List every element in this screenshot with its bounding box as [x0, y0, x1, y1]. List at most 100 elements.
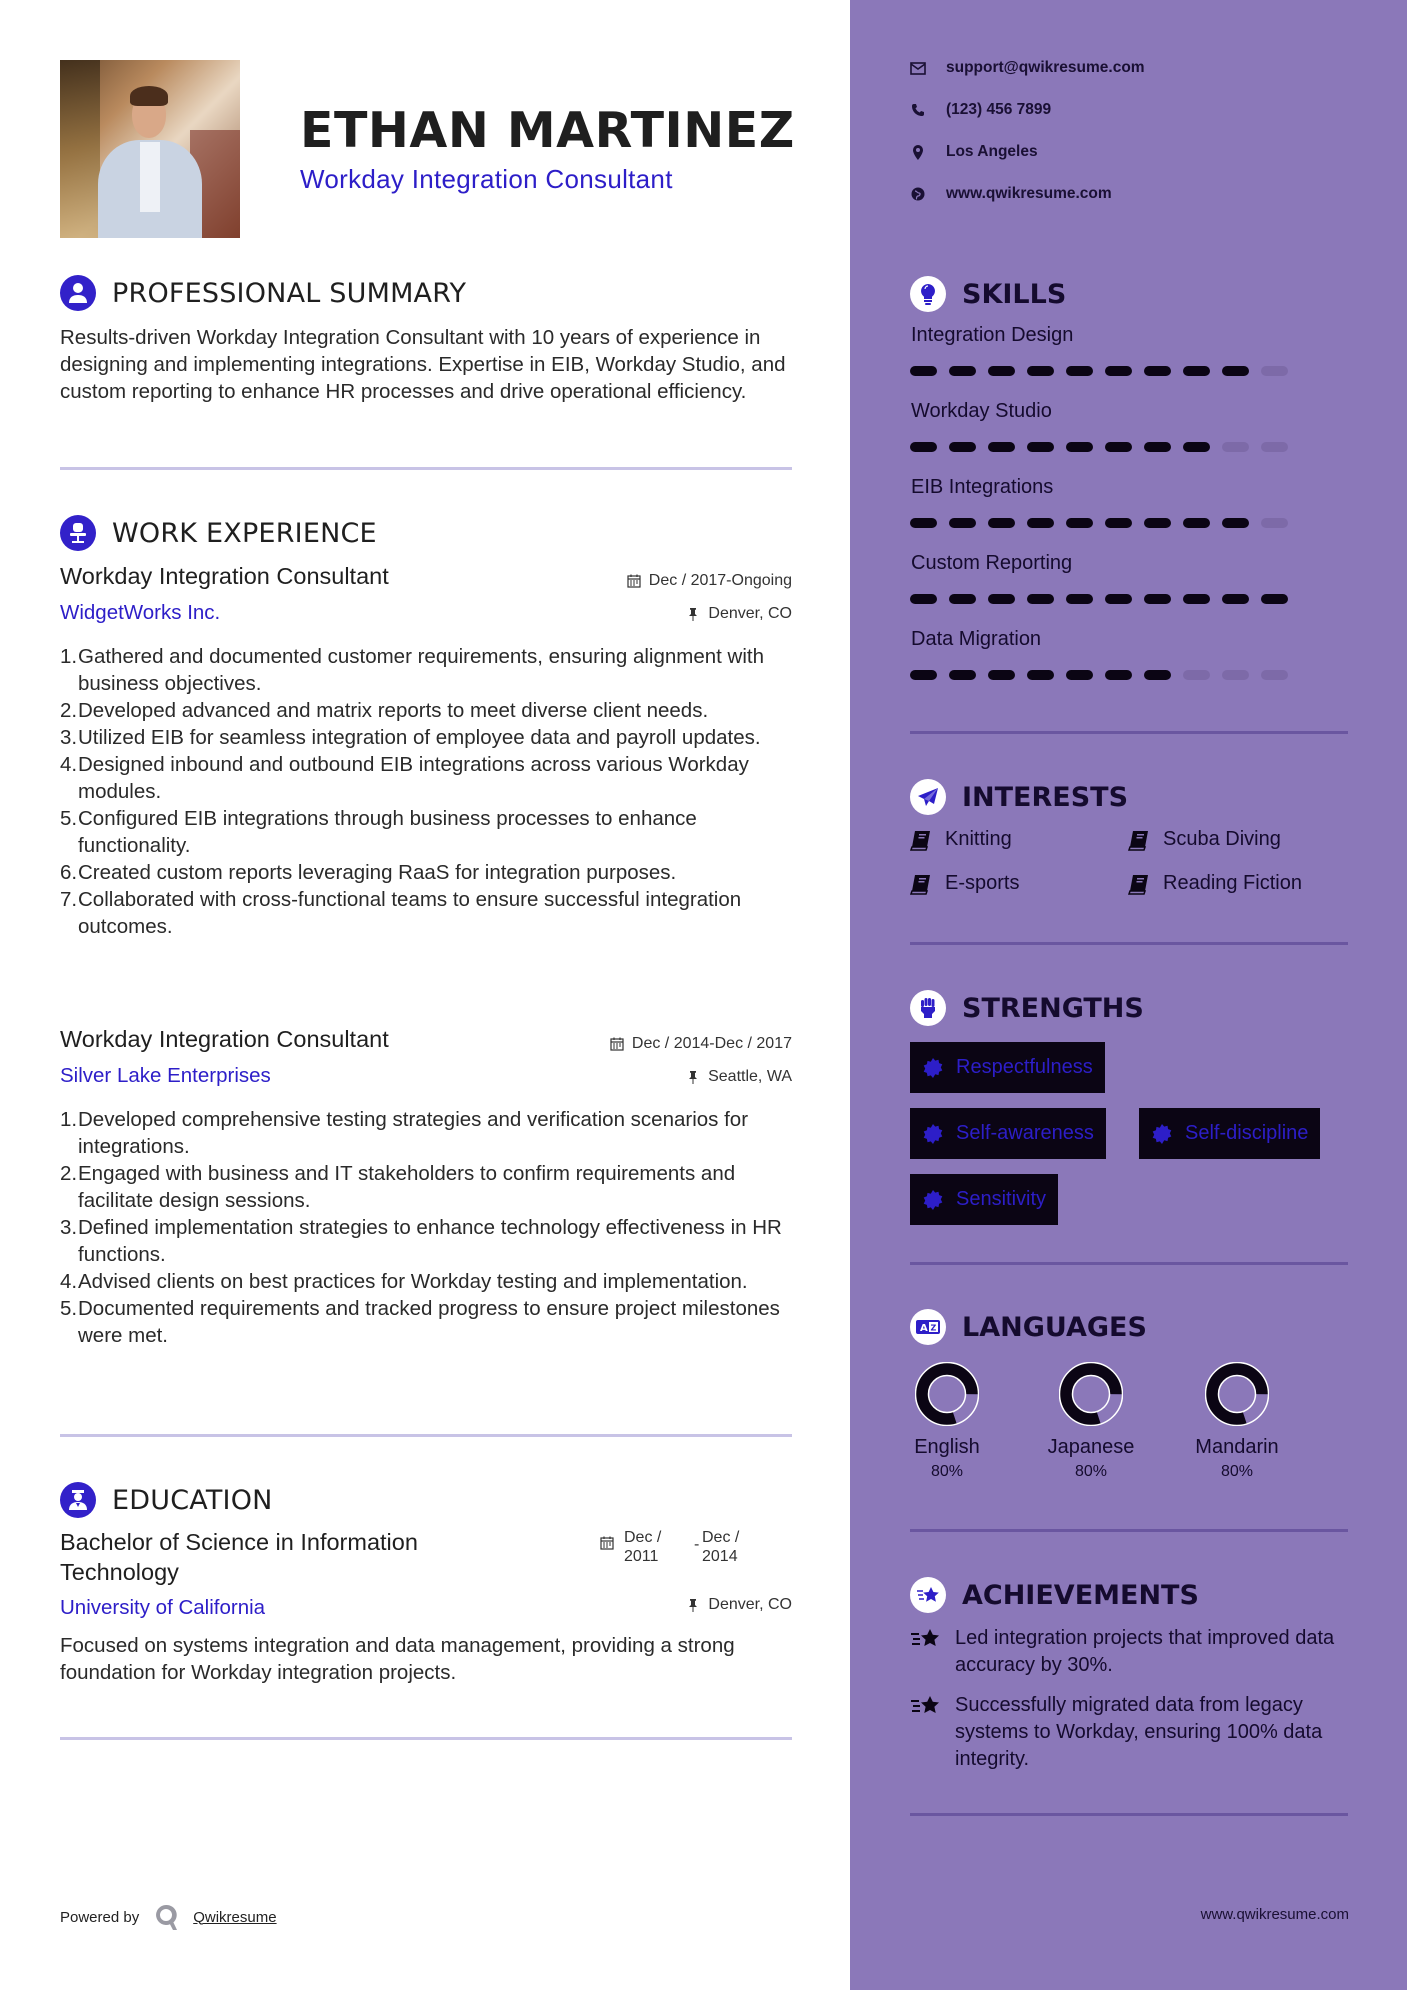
calendar-icon — [610, 1037, 624, 1051]
skill-label: Custom Reporting — [911, 552, 1073, 574]
skill-segment-filled — [1027, 366, 1054, 376]
footer-website[interactable]: www.qwikresume.com — [1201, 1906, 1349, 1923]
skill-segment-empty — [1261, 366, 1288, 376]
website-text[interactable]: www.qwikresume.com — [946, 185, 1112, 203]
list-item: 7. Collaborated with cross-functional tea… — [60, 888, 742, 938]
skills-title: SKILLS — [962, 278, 1067, 310]
qwikresume-link[interactable]: Qwikresume — [193, 1909, 276, 1926]
skill-rating-bar — [910, 366, 1288, 376]
list-item: 2. Developed advanced and matrix reports … — [60, 699, 709, 722]
skill-segment-filled — [1066, 594, 1093, 604]
shooting-star-icon — [910, 1692, 944, 1719]
job-dates-text: Dec / 2014-Dec / 2017 — [631, 1035, 792, 1052]
language-donut — [1059, 1362, 1123, 1426]
divider — [60, 1737, 792, 1740]
skill-segment-filled — [910, 670, 937, 680]
education-end: Dec / 2014 — [702, 1529, 740, 1565]
skill-segment-filled — [1105, 518, 1132, 528]
fist-icon — [910, 990, 946, 1026]
contact-phone: (123) 456 7899 — [910, 101, 1051, 119]
book-icon — [1128, 874, 1148, 895]
summary-heading: PROFESSIONAL SUMMARY — [60, 275, 466, 311]
education-dates: Dec / 2011 - Dec / 2014 — [600, 1528, 758, 1566]
list-item: 4. Designed inbound and outbound EIB inte… — [60, 753, 749, 803]
language-item: Japanese 80% — [1031, 1362, 1151, 1481]
language-percent: 80% — [1074, 1463, 1108, 1480]
job-title: Workday Integration Consultant — [60, 1026, 389, 1052]
list-item: 3. Defined implementation strategies to e… — [60, 1216, 782, 1266]
skill-segment-filled — [949, 442, 976, 452]
skill-segment-filled — [1222, 594, 1249, 604]
education-title: EDUCATION — [112, 1484, 273, 1516]
skill-segment-empty — [1261, 518, 1288, 528]
skill-segment-filled — [949, 366, 976, 376]
language-donut — [915, 1362, 979, 1426]
education-description: Focused on systems integration and data … — [60, 1634, 735, 1684]
skill-segment-filled — [1027, 518, 1054, 528]
divider — [60, 467, 792, 470]
education-start: Dec / 2011 — [624, 1529, 662, 1565]
badge-icon — [923, 1123, 943, 1144]
skill-segment-filled — [910, 518, 937, 528]
achievement-item: Led integration projects that improved d… — [910, 1625, 1350, 1679]
book-icon — [1128, 830, 1148, 851]
badge-icon — [923, 1189, 943, 1210]
skill-segment-filled — [949, 594, 976, 604]
divider — [910, 1529, 1348, 1532]
job-bullets: 1. Gathered and documented customer requi… — [60, 643, 795, 940]
badge-icon — [1152, 1123, 1172, 1144]
job-title: Workday Integration Consultant — [60, 563, 389, 589]
skill-segment-filled — [1144, 670, 1171, 680]
map-marker-icon — [910, 144, 926, 160]
skill-segment-filled — [1144, 366, 1171, 376]
user-icon — [60, 275, 96, 311]
language-name: Japanese — [1047, 1436, 1135, 1458]
skill-segment-filled — [1066, 366, 1093, 376]
school-name: University of California — [60, 1596, 266, 1619]
achievement-item: Successfully migrated data from legacy s… — [910, 1692, 1350, 1773]
translate-icon: AZ — [910, 1309, 946, 1345]
skill-segment-filled — [1222, 518, 1249, 528]
job-dates-text: Dec / 2017-Ongoing — [648, 572, 792, 589]
skill-segment-filled — [1261, 594, 1288, 604]
interest-item: E-sports — [910, 872, 1019, 895]
list-item: 2. Engaged with business and IT stakehold… — [60, 1162, 736, 1212]
languages-heading: AZ LANGUAGES — [910, 1309, 1147, 1345]
office-chair-icon — [60, 515, 96, 551]
experience-title: WORK EXPERIENCE — [112, 517, 377, 549]
skill-segment-filled — [1144, 442, 1171, 452]
skill-label: Integration Design — [911, 324, 1074, 346]
main-column: ETHAN MARTINEZ Workday Integration Consu… — [0, 0, 850, 1990]
pushpin-icon — [689, 608, 698, 621]
skill-segment-empty — [1222, 670, 1249, 680]
contact-location: Los Angeles — [910, 143, 1038, 161]
skill-segment-filled — [1105, 670, 1132, 680]
education-heading: EDUCATION — [60, 1482, 273, 1518]
lightbulb-icon — [910, 276, 946, 312]
profile-photo — [60, 60, 240, 238]
graduate-icon — [60, 1482, 96, 1518]
degree-title: Bachelor of Science in Information Techn… — [60, 1529, 418, 1585]
svg-text:A: A — [920, 1323, 928, 1334]
svg-text:Z: Z — [931, 1324, 937, 1333]
divider — [910, 1262, 1348, 1265]
skill-segment-filled — [910, 442, 937, 452]
education-location: Denver, CO — [686, 1596, 792, 1614]
list-item: 5. Configured EIB integrations through bu… — [60, 807, 697, 857]
job-bullets: 1. Developed comprehensive testing strate… — [60, 1106, 795, 1349]
interest-item: Knitting — [910, 828, 1012, 851]
language-name: English — [914, 1436, 980, 1458]
skill-segment-empty — [1222, 442, 1249, 452]
summary-text: Results-driven Workday Integration Consu… — [60, 326, 786, 403]
list-item: 1. Developed comprehensive testing strate… — [60, 1108, 749, 1158]
strength-chip: Self-awareness — [910, 1108, 1106, 1159]
skill-segment-filled — [988, 518, 1015, 528]
skill-segment-filled — [1027, 594, 1054, 604]
skill-label: EIB Integrations — [911, 476, 1054, 498]
skill-segment-filled — [1183, 594, 1210, 604]
skill-segment-filled — [1183, 366, 1210, 376]
skill-rating-bar — [910, 670, 1288, 680]
language-percent: 80% — [1220, 1463, 1254, 1480]
list-item: 6. Created custom reports leveraging RaaS… — [60, 861, 677, 884]
date-separator: - — [694, 1536, 700, 1553]
